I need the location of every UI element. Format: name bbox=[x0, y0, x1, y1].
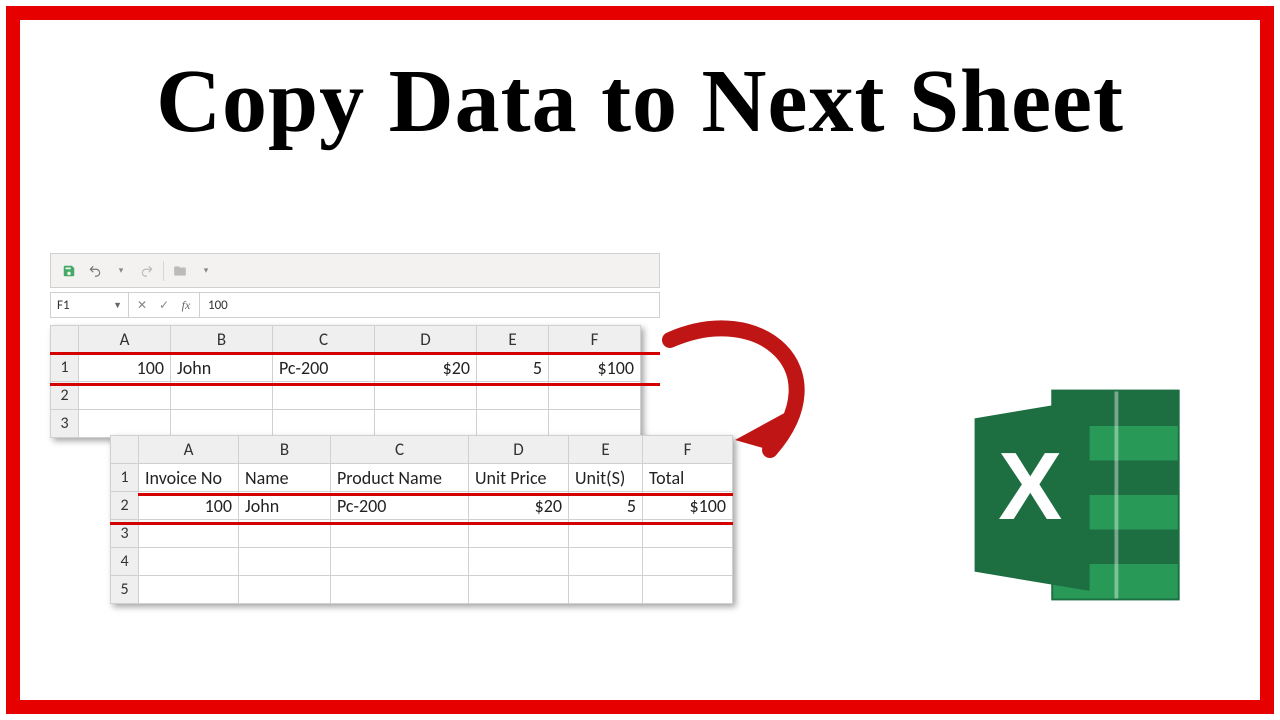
source-grid[interactable]: A B C D E F 1 100 John Pc-200 $20 5 $100… bbox=[50, 325, 641, 438]
formula-buttons: ✕ ✓ fx bbox=[129, 293, 200, 317]
source-sheet: A B C D E F 1 100 John Pc-200 $20 5 $100… bbox=[50, 325, 641, 438]
name-box[interactable]: F1 ▼ bbox=[51, 293, 129, 317]
cell-C3[interactable] bbox=[273, 410, 375, 438]
highlight-line bbox=[50, 352, 660, 355]
cell-E3[interactable] bbox=[477, 410, 549, 438]
customize-qat-icon[interactable]: ▾ bbox=[196, 261, 216, 281]
cell-B3[interactable] bbox=[171, 410, 273, 438]
enter-icon[interactable]: ✓ bbox=[155, 298, 173, 313]
toolbar-separator bbox=[163, 261, 164, 281]
cancel-icon[interactable]: ✕ bbox=[133, 298, 151, 313]
column-header-row: A B C D E F bbox=[51, 326, 641, 354]
col-header-C[interactable]: C bbox=[331, 436, 469, 464]
row-header-1[interactable]: 1 bbox=[111, 464, 139, 492]
formula-bar: F1 ▼ ✕ ✓ fx 100 bbox=[50, 292, 660, 318]
row-header-1[interactable]: 1 bbox=[51, 354, 79, 382]
cell-D4[interactable] bbox=[469, 548, 569, 576]
cell-C1[interactable]: Pc-200 bbox=[273, 354, 375, 382]
fx-icon[interactable]: fx bbox=[177, 298, 195, 313]
page-title: Copy Data to Next Sheet bbox=[0, 50, 1280, 153]
cell-D1[interactable]: Unit Price bbox=[469, 464, 569, 492]
row-header-2[interactable]: 2 bbox=[111, 492, 139, 520]
excel-logo-icon: X bbox=[965, 380, 1195, 610]
formula-value: 100 bbox=[208, 298, 228, 313]
cell-B1[interactable]: John bbox=[171, 354, 273, 382]
save-icon[interactable] bbox=[59, 261, 79, 281]
col-header-A[interactable]: A bbox=[79, 326, 171, 354]
cell-D1[interactable]: $20 bbox=[375, 354, 477, 382]
table-row: 4 bbox=[111, 548, 733, 576]
col-header-E[interactable]: E bbox=[569, 436, 643, 464]
excel-logo-letter: X bbox=[998, 433, 1062, 540]
cell-F3[interactable] bbox=[549, 410, 641, 438]
table-row: 1 Invoice No Name Product Name Unit Pric… bbox=[111, 464, 733, 492]
table-row: 5 bbox=[111, 576, 733, 604]
table-row: 3 bbox=[51, 410, 641, 438]
cell-D5[interactable] bbox=[469, 576, 569, 604]
cell-A1[interactable]: Invoice No bbox=[139, 464, 239, 492]
col-header-B[interactable]: B bbox=[239, 436, 331, 464]
col-header-D[interactable]: D bbox=[375, 326, 477, 354]
col-header-F[interactable]: F bbox=[549, 326, 641, 354]
undo-dropdown-icon[interactable]: ▾ bbox=[111, 261, 131, 281]
cell-F4[interactable] bbox=[643, 548, 733, 576]
redo-icon[interactable] bbox=[137, 261, 157, 281]
formula-input[interactable]: 100 bbox=[200, 293, 659, 317]
undo-icon[interactable] bbox=[85, 261, 105, 281]
row-header-3[interactable]: 3 bbox=[51, 410, 79, 438]
cell-E1[interactable]: Unit(S) bbox=[569, 464, 643, 492]
cell-A5[interactable] bbox=[139, 576, 239, 604]
highlight-line bbox=[50, 383, 660, 386]
cell-B5[interactable] bbox=[239, 576, 331, 604]
cell-E4[interactable] bbox=[569, 548, 643, 576]
col-header-B[interactable]: B bbox=[171, 326, 273, 354]
col-header-D[interactable]: D bbox=[469, 436, 569, 464]
cell-E5[interactable] bbox=[569, 576, 643, 604]
name-box-dropdown-icon[interactable]: ▼ bbox=[113, 300, 122, 311]
cell-C5[interactable] bbox=[331, 576, 469, 604]
select-all-corner[interactable] bbox=[51, 326, 79, 354]
cell-C1[interactable]: Product Name bbox=[331, 464, 469, 492]
row-header-4[interactable]: 4 bbox=[111, 548, 139, 576]
cell-A1[interactable]: 100 bbox=[79, 354, 171, 382]
table-row: 1 100 John Pc-200 $20 5 $100 bbox=[51, 354, 641, 382]
cell-B1[interactable]: Name bbox=[239, 464, 331, 492]
highlight-line bbox=[138, 493, 733, 496]
select-all-corner[interactable] bbox=[111, 436, 139, 464]
cell-A4[interactable] bbox=[139, 548, 239, 576]
col-header-F[interactable]: F bbox=[643, 436, 733, 464]
cell-F5[interactable] bbox=[643, 576, 733, 604]
destination-sheet: A B C D E F 1 Invoice No Name Product Na… bbox=[110, 435, 733, 604]
highlight-line bbox=[110, 522, 733, 525]
col-header-C[interactable]: C bbox=[273, 326, 375, 354]
row-header-5[interactable]: 5 bbox=[111, 576, 139, 604]
name-box-value: F1 bbox=[57, 298, 70, 313]
cell-F1[interactable]: $100 bbox=[549, 354, 641, 382]
col-header-E[interactable]: E bbox=[477, 326, 549, 354]
cell-C4[interactable] bbox=[331, 548, 469, 576]
col-header-A[interactable]: A bbox=[139, 436, 239, 464]
cell-F1[interactable]: Total bbox=[643, 464, 733, 492]
open-icon[interactable] bbox=[170, 261, 190, 281]
column-header-row: A B C D E F bbox=[111, 436, 733, 464]
quick-access-toolbar: ▾ ▾ bbox=[50, 253, 660, 288]
cell-A3[interactable] bbox=[79, 410, 171, 438]
cell-E1[interactable]: 5 bbox=[477, 354, 549, 382]
destination-grid[interactable]: A B C D E F 1 Invoice No Name Product Na… bbox=[110, 435, 733, 604]
cell-D3[interactable] bbox=[375, 410, 477, 438]
cell-B4[interactable] bbox=[239, 548, 331, 576]
